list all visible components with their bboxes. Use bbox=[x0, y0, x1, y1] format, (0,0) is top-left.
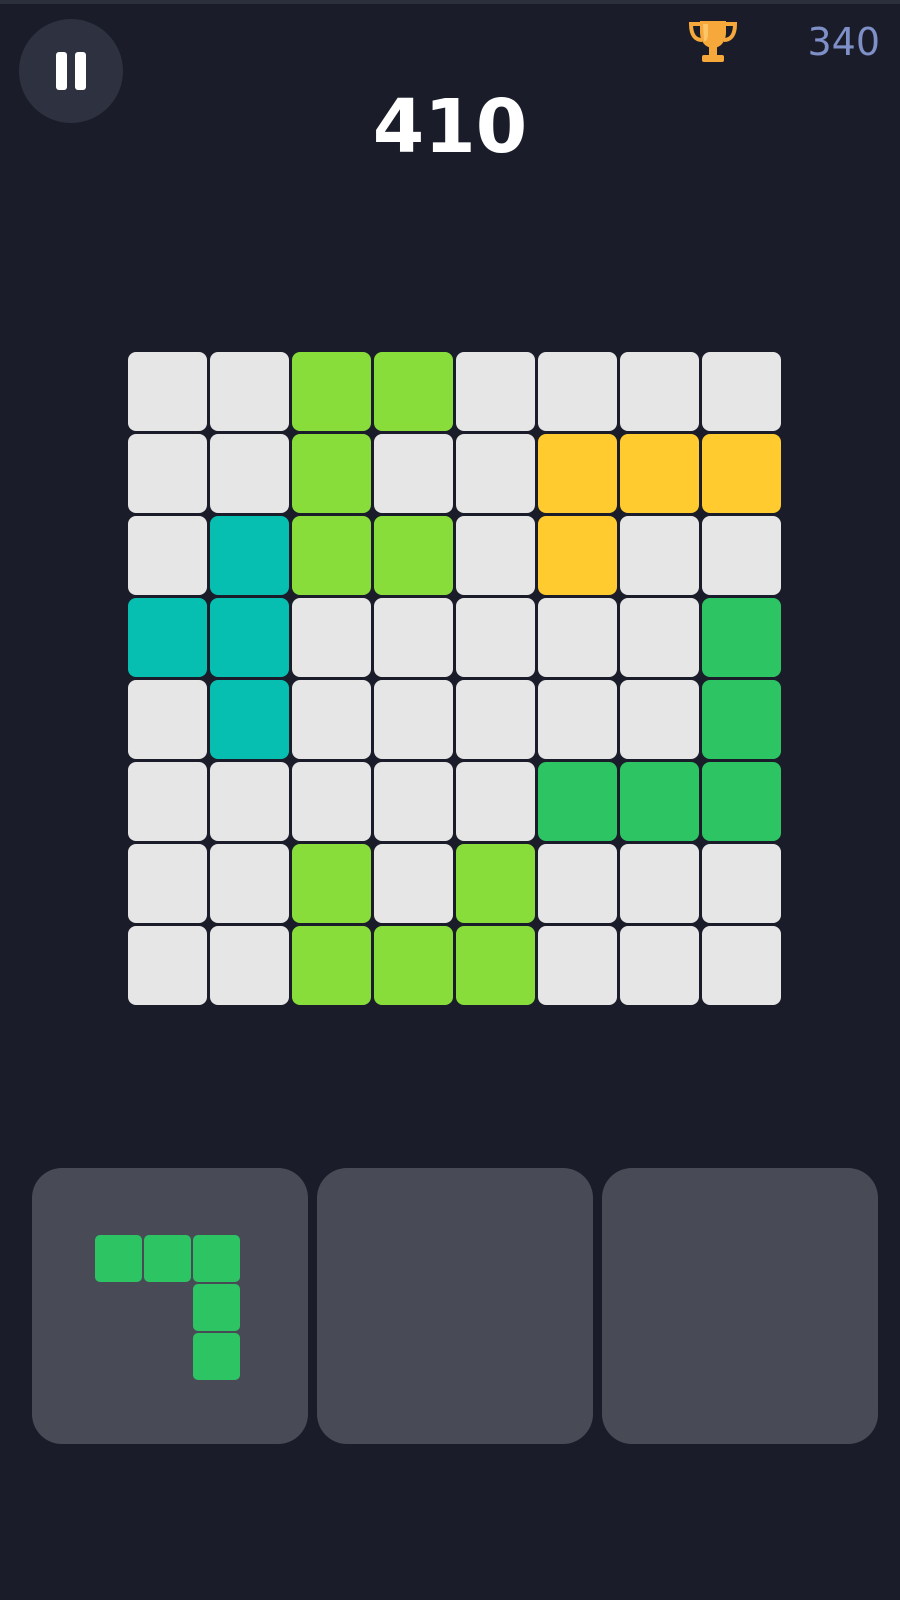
board-cell-empty[interactable] bbox=[620, 598, 699, 677]
board-cell-empty[interactable] bbox=[128, 844, 207, 923]
board-cell-empty[interactable] bbox=[292, 762, 371, 841]
trophy-icon bbox=[686, 14, 740, 68]
board-cell-empty[interactable] bbox=[620, 926, 699, 1005]
current-score: 410 bbox=[372, 84, 528, 170]
board-cell-empty[interactable] bbox=[374, 598, 453, 677]
pause-button[interactable] bbox=[19, 19, 123, 123]
board-cell-filled[interactable] bbox=[702, 762, 781, 841]
board-cell-empty[interactable] bbox=[128, 516, 207, 595]
board-cell-filled[interactable] bbox=[620, 762, 699, 841]
piece-block bbox=[95, 1235, 142, 1282]
board-cell-empty[interactable] bbox=[292, 598, 371, 677]
board-cell-filled[interactable] bbox=[292, 352, 371, 431]
board-cell-empty[interactable] bbox=[210, 434, 289, 513]
board-cell-empty[interactable] bbox=[456, 516, 535, 595]
board-cell-filled[interactable] bbox=[620, 434, 699, 513]
board-cell-empty[interactable] bbox=[620, 680, 699, 759]
board-cell-empty[interactable] bbox=[210, 844, 289, 923]
board-cell-empty[interactable] bbox=[702, 352, 781, 431]
board-cell-filled[interactable] bbox=[374, 926, 453, 1005]
top-edge bbox=[0, 0, 900, 4]
piece-tray-3[interactable] bbox=[602, 1168, 878, 1444]
game-screen: 340 410 bbox=[0, 0, 900, 1600]
board-cell-empty[interactable] bbox=[620, 844, 699, 923]
board-cell-empty[interactable] bbox=[128, 926, 207, 1005]
board-cell-empty[interactable] bbox=[210, 762, 289, 841]
board-cell-empty[interactable] bbox=[456, 680, 535, 759]
piece-block bbox=[193, 1333, 240, 1380]
board-cell-empty[interactable] bbox=[292, 680, 371, 759]
board-cell-empty[interactable] bbox=[538, 352, 617, 431]
board-cell-filled[interactable] bbox=[702, 598, 781, 677]
board-cell-empty[interactable] bbox=[538, 844, 617, 923]
pause-icon-bar-left bbox=[56, 52, 67, 90]
board-cell-filled[interactable] bbox=[210, 680, 289, 759]
board-cell-empty[interactable] bbox=[702, 844, 781, 923]
board-cell-empty[interactable] bbox=[620, 516, 699, 595]
board-cell-filled[interactable] bbox=[292, 926, 371, 1005]
board-cell-empty[interactable] bbox=[374, 844, 453, 923]
board-cell-empty[interactable] bbox=[456, 598, 535, 677]
board-cell-filled[interactable] bbox=[292, 844, 371, 923]
board-cell-empty[interactable] bbox=[374, 680, 453, 759]
board-cell-empty[interactable] bbox=[538, 680, 617, 759]
board-cell-filled[interactable] bbox=[210, 516, 289, 595]
board-cell-empty[interactable] bbox=[538, 598, 617, 677]
board-cell-empty[interactable] bbox=[210, 926, 289, 1005]
best-score: 340 bbox=[807, 20, 880, 64]
piece-block bbox=[193, 1235, 240, 1282]
board-cell-filled[interactable] bbox=[292, 516, 371, 595]
board-cell-empty[interactable] bbox=[456, 352, 535, 431]
piece-block bbox=[144, 1235, 191, 1282]
board-cell-filled[interactable] bbox=[538, 516, 617, 595]
board-cell-filled[interactable] bbox=[128, 598, 207, 677]
board-cell-empty[interactable] bbox=[620, 352, 699, 431]
board-cell-filled[interactable] bbox=[374, 352, 453, 431]
board-cell-empty[interactable] bbox=[128, 680, 207, 759]
pause-icon-bar-right bbox=[75, 52, 86, 90]
board-cell-empty[interactable] bbox=[128, 352, 207, 431]
board-cell-filled[interactable] bbox=[702, 434, 781, 513]
board-cell-filled[interactable] bbox=[538, 762, 617, 841]
piece-block bbox=[193, 1284, 240, 1331]
tray-piece-1[interactable] bbox=[95, 1235, 245, 1380]
board-cell-empty[interactable] bbox=[702, 516, 781, 595]
board-cell-empty[interactable] bbox=[210, 352, 289, 431]
board-cell-filled[interactable] bbox=[292, 434, 371, 513]
board-cell-empty[interactable] bbox=[702, 926, 781, 1005]
board-cell-filled[interactable] bbox=[374, 516, 453, 595]
board-cell-filled[interactable] bbox=[456, 844, 535, 923]
game-board[interactable] bbox=[128, 352, 781, 1005]
board-cell-empty[interactable] bbox=[128, 434, 207, 513]
board-cell-filled[interactable] bbox=[456, 926, 535, 1005]
board-cell-filled[interactable] bbox=[538, 434, 617, 513]
piece-tray-2[interactable] bbox=[317, 1168, 593, 1444]
board-cell-empty[interactable] bbox=[456, 434, 535, 513]
board-cell-empty[interactable] bbox=[374, 762, 453, 841]
board-cell-filled[interactable] bbox=[702, 680, 781, 759]
board-cell-empty[interactable] bbox=[374, 434, 453, 513]
board-cell-filled[interactable] bbox=[210, 598, 289, 677]
board-cell-empty[interactable] bbox=[456, 762, 535, 841]
board-cell-empty[interactable] bbox=[128, 762, 207, 841]
board-cell-empty[interactable] bbox=[538, 926, 617, 1005]
